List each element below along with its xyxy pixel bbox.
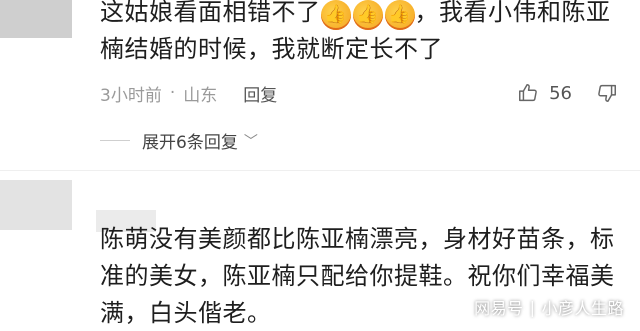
expand-replies-label: 展开6条回复 [142,133,238,153]
comment-actions: 56 [517,82,618,104]
expand-divider [100,140,130,141]
meta-separator: · [169,83,176,103]
thumbs-up-icon: 👍 [320,0,351,30]
comment-divider [0,170,640,171]
chevron-down-icon: ﹀ [243,133,258,150]
watermark: 网易号 | 小彦人生路 [474,295,624,319]
thumbs-up-icon: 👍 [384,0,415,30]
reply-button[interactable]: 回复 [243,81,277,106]
like-count: 56 [549,82,572,104]
expand-replies-button[interactable]: 展开6条回复 ﹀ [100,128,258,153]
comment-meta: 3小时前 · 山东 回复 56 [100,80,618,106]
comment-text: 这姑娘看面相错不了 👍 👍 👍 ，我看小伟和陈亚楠结婚的时候，我就断定长不了 [100,0,618,68]
dislike-icon[interactable] [596,82,618,104]
like-icon[interactable] [517,82,539,104]
emoji-group: 👍 👍 👍 [320,0,415,30]
watermark-source: 网易号 [474,299,524,318]
avatar[interactable] [0,180,72,230]
watermark-author: 小彦人生路 [541,299,624,318]
thumbs-up-icon: 👍 [352,0,383,30]
comment-location: 山东 [183,85,218,106]
watermark-separator: | [529,297,536,317]
comment-time: 3小时前 [100,85,162,106]
comment-text-before: 这姑娘看面相错不了 [100,0,321,26]
avatar[interactable] [0,0,72,38]
